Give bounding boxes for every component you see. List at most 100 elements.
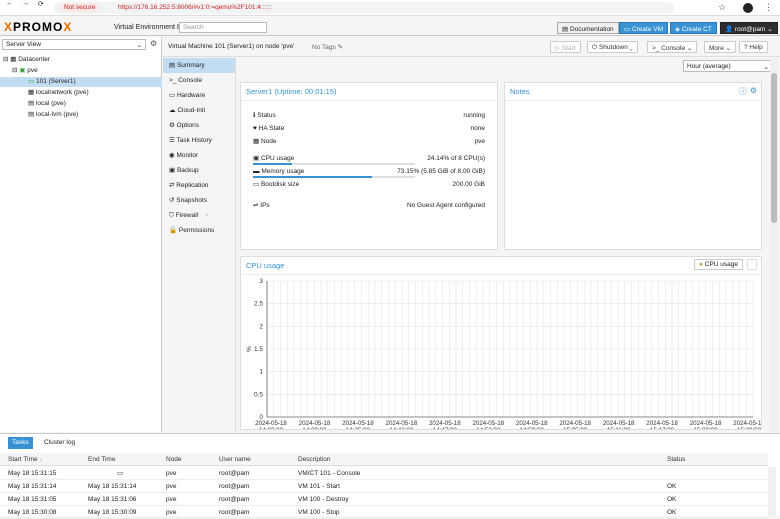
col-user-name[interactable]: User name [219, 453, 251, 466]
disk-label: Bootdisk size [260, 181, 300, 188]
url-text[interactable]: https://176.16.252.5:8006/#v1:0:=qemu%2F… [118, 4, 272, 11]
tree-item-local-lvm[interactable]: ▤ local-lvm (pve) [0, 110, 162, 120]
create-vm-button[interactable]: ▭ Create VM [619, 22, 669, 34]
documentation-button[interactable]: ▤ Documentation [557, 22, 619, 34]
help-icon[interactable]: ⓘ [739, 86, 747, 97]
y-tick-label: 2 [259, 323, 263, 330]
start-button[interactable]: ▷ Start [550, 41, 581, 53]
console-button[interactable]: >_ Console ⌄ [647, 41, 698, 53]
user-label: root@pam [734, 26, 766, 33]
tree-item-vm-101[interactable]: ▭ 101 (Server1) [0, 77, 162, 87]
menu-firewall[interactable]: ⛉ Firewall › [163, 208, 235, 223]
legend-label: CPU usage [704, 261, 738, 268]
tree-item-label: localnetwork (pve) [35, 89, 89, 96]
menu-cloud-init[interactable]: ☁ Cloud-Init [163, 103, 235, 118]
menu-permissions[interactable]: 🔓 Permissions [163, 223, 235, 238]
legend-toggle[interactable]: ● CPU usage [694, 259, 743, 270]
cloud-icon: ☁ [169, 107, 176, 114]
table-row[interactable]: May 18 15:31:14 May 18 15:31:14 pve root… [0, 480, 768, 493]
star-icon[interactable]: ☆ [718, 2, 726, 13]
status-row: ℹ Status running [253, 109, 485, 122]
more-label: More [709, 45, 724, 52]
tags-editor[interactable]: No Tags ✎ [312, 43, 343, 51]
cell-node: pve [166, 496, 177, 503]
menu-label: Backup [176, 167, 199, 174]
tab-tasks[interactable]: Tasks [8, 437, 33, 449]
tree-item-datacenter[interactable]: ⊟ ▦ Datacenter [0, 55, 162, 65]
more-button[interactable]: More ⌄ [704, 41, 737, 53]
shield-icon: ⛉ [169, 212, 174, 219]
col-end-time[interactable]: End Time [88, 453, 115, 466]
tree-item-label: local-lvm (pve) [35, 111, 79, 118]
cell-description: VM 100 - Stop [298, 509, 340, 516]
col-status[interactable]: Status [667, 453, 685, 466]
chart-undo-zoom-button[interactable] [747, 259, 757, 270]
memory-label: Memory usage [261, 168, 305, 175]
node-label: Node [260, 138, 277, 145]
tab-cluster-log[interactable]: Cluster log [40, 437, 79, 449]
exchange-icon: ⇌ [253, 202, 259, 209]
shutdown-button[interactable]: ⏻ Shutdown ⌄ [587, 41, 638, 53]
gear-icon[interactable]: ⚙ [750, 86, 757, 95]
cpu-chart-header: CPU usage ● CPU usage [241, 257, 761, 275]
timeframe-select[interactable]: Hour (average) ⌄ [683, 60, 773, 72]
menu-options[interactable]: ⚙ Options [163, 118, 235, 133]
node-row: ▦ Node pve [253, 135, 485, 148]
menu-label: Task History [176, 137, 212, 144]
user-menu-button[interactable]: 👤 root@pam ⌄ [720, 22, 778, 34]
ha-label-wrap: ♥ HA State [253, 122, 284, 135]
monitor-icon: ▭ [117, 470, 124, 477]
logo-x-3: X [63, 20, 73, 34]
reload-icon[interactable]: ⟳ [38, 0, 44, 8]
table-scrollbar[interactable] [768, 467, 776, 516]
create-ct-button[interactable]: ◈ Create CT [670, 22, 717, 34]
menu-snapshots[interactable]: ↺ Snapshots [163, 193, 235, 208]
menu-task-history[interactable]: ☰ Task History [163, 133, 235, 148]
x-tick-date: 2024-05-18 [472, 420, 504, 427]
y-tick-label: 1 [259, 369, 263, 376]
ha-label: HA State [258, 125, 285, 132]
menu-label: Replication [176, 182, 209, 189]
gear-icon: ⚙ [169, 122, 175, 129]
menu-backup[interactable]: ▣ Backup [163, 163, 235, 178]
search-input[interactable]: Search [179, 22, 267, 33]
x-tick-time: 15:23:00 [693, 427, 718, 429]
tree-item-localnetwork[interactable]: ▦ localnetwork (pve) [0, 88, 162, 98]
status-label-wrap: ℹ Status [253, 109, 276, 122]
table-row[interactable]: May 18 15:31:05 May 18 15:31:06 pve root… [0, 493, 768, 506]
back-icon[interactable]: ← [6, 0, 13, 7]
tree-item-local[interactable]: ▤ local (pve) [0, 99, 162, 109]
cell-user: root@pam [219, 483, 250, 490]
browser-menu-icon[interactable]: ⋮ [764, 2, 773, 13]
menu-label: Snapshots [176, 197, 207, 204]
view-select[interactable]: Server View ⌄ [2, 39, 146, 50]
col-label: Start Time [8, 456, 38, 463]
menu-label: Cloud-Init [177, 107, 206, 114]
menu-console[interactable]: >_ Console [163, 73, 235, 88]
table-row[interactable]: May 18 15:30:08 May 18 15:30:09 pve root… [0, 506, 768, 519]
memory-value: 73.15% (5.85 GiB of 8.00 GiB) [397, 168, 485, 175]
gear-icon[interactable]: ⚙ [150, 39, 157, 48]
menu-replication[interactable]: ⇄ Replication [163, 178, 235, 193]
menu-label: Monitor [176, 152, 199, 159]
x-tick-time: 15:17:00 [650, 427, 675, 429]
profile-avatar[interactable] [743, 3, 753, 13]
col-start-time[interactable]: Start Time ↓ [8, 453, 43, 466]
menu-summary[interactable]: ▤ Summary [163, 58, 235, 73]
help-button[interactable]: ? Help [739, 41, 768, 53]
x-tick-time: 15:05:00 [563, 427, 588, 429]
y-axis-label: % [246, 346, 253, 352]
col-node[interactable]: Node [166, 453, 182, 466]
table-row[interactable]: May 18 15:31:15 ▭ pve root@pam VM/CT 101… [0, 467, 768, 480]
forward-icon[interactable]: → [22, 0, 29, 7]
col-description[interactable]: Description [298, 453, 331, 466]
cell-user: root@pam [219, 509, 250, 516]
documentation-label: Documentation [569, 26, 614, 33]
menu-monitor[interactable]: ◉ Monitor [163, 148, 235, 163]
content-scrollbar-thumb[interactable] [771, 73, 777, 223]
tags-label: No Tags [312, 44, 336, 51]
tree-item-pve[interactable]: ⊟ ▣ pve [0, 66, 162, 76]
not-secure-badge[interactable]: Not secure [60, 3, 100, 12]
chevron-down-icon: ⌄ [763, 64, 769, 71]
menu-hardware[interactable]: ▭ Hardware [163, 88, 235, 103]
